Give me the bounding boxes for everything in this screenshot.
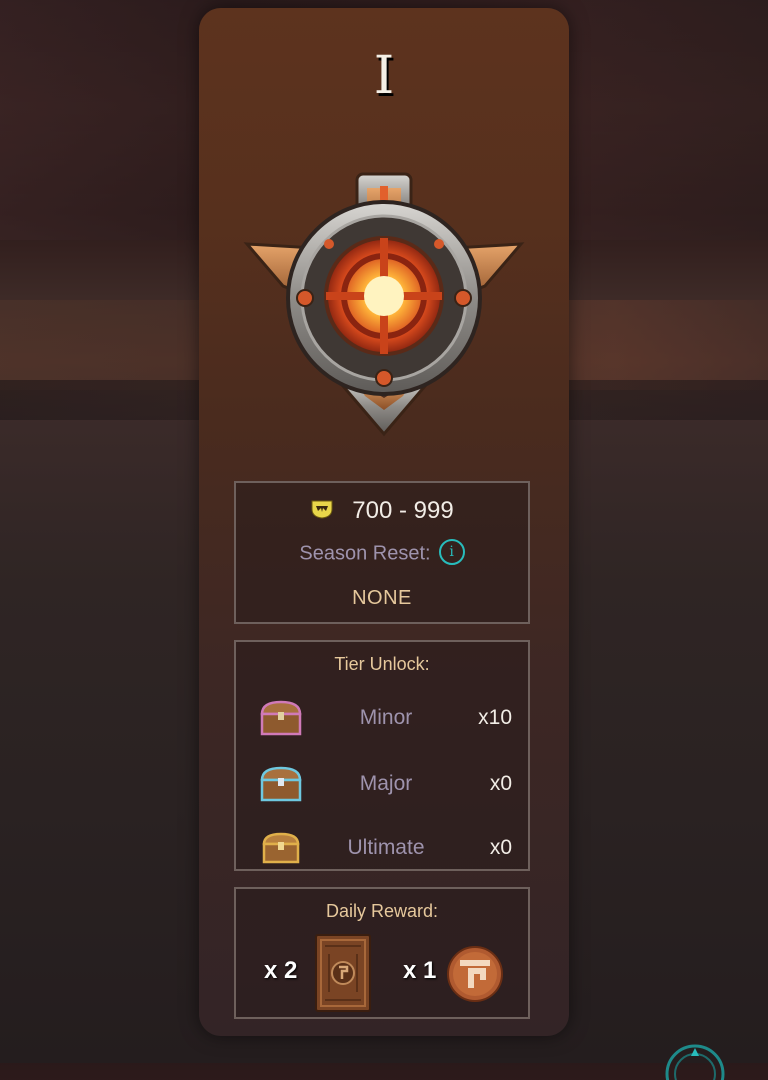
chest-quantity: x0 — [489, 836, 512, 859]
season-reset-label: Season Reset: — [299, 542, 431, 565]
chest-name: Minor — [359, 706, 413, 729]
major-chest-icon — [260, 766, 302, 802]
season-reset-row: Season Reset: i — [236, 539, 528, 567]
chest-quantity: x0 — [489, 772, 512, 795]
card-pack-icon — [315, 934, 371, 1012]
tier-unlock-box: Tier Unlock: Minor x10 Major x0 Ultimate… — [234, 640, 530, 871]
season-reset-value: NONE — [352, 587, 412, 609]
tier-panel: I 700 - 999 Season Reset: i NONE Tier Un… — [199, 8, 569, 1036]
chest-row-major: Major x0 — [236, 764, 528, 808]
coin-icon — [447, 946, 503, 1002]
tier-unlock-title: Tier Unlock: — [334, 654, 430, 674]
chest-name: Major — [359, 772, 413, 795]
daily-reward-title: Daily Reward: — [325, 901, 439, 921]
tier-title: I — [373, 46, 395, 106]
chest-name: Ultimate — [347, 836, 425, 859]
chest-row-ultimate: Ultimate x0 — [236, 828, 528, 872]
card-pack-quantity: x 2 — [264, 957, 298, 984]
ultimate-chest-icon — [262, 832, 300, 864]
chest-quantity: x10 — [478, 706, 512, 729]
coin-quantity: x 1 — [403, 957, 437, 984]
minor-chest-icon — [260, 700, 302, 736]
info-icon[interactable]: i — [438, 539, 465, 565]
tier-badge-icon — [243, 172, 525, 437]
daily-reward-box: Daily Reward: x 2 x 1 — [234, 887, 530, 1019]
rating-range-row: 700 - 999 — [236, 497, 528, 525]
corner-emblem-icon — [665, 1044, 725, 1080]
shield-icon — [311, 500, 333, 519]
chest-row-minor: Minor x10 — [236, 698, 528, 742]
rating-box: 700 - 999 Season Reset: i NONE — [234, 481, 530, 624]
rating-range: 700 - 999 — [352, 497, 454, 524]
